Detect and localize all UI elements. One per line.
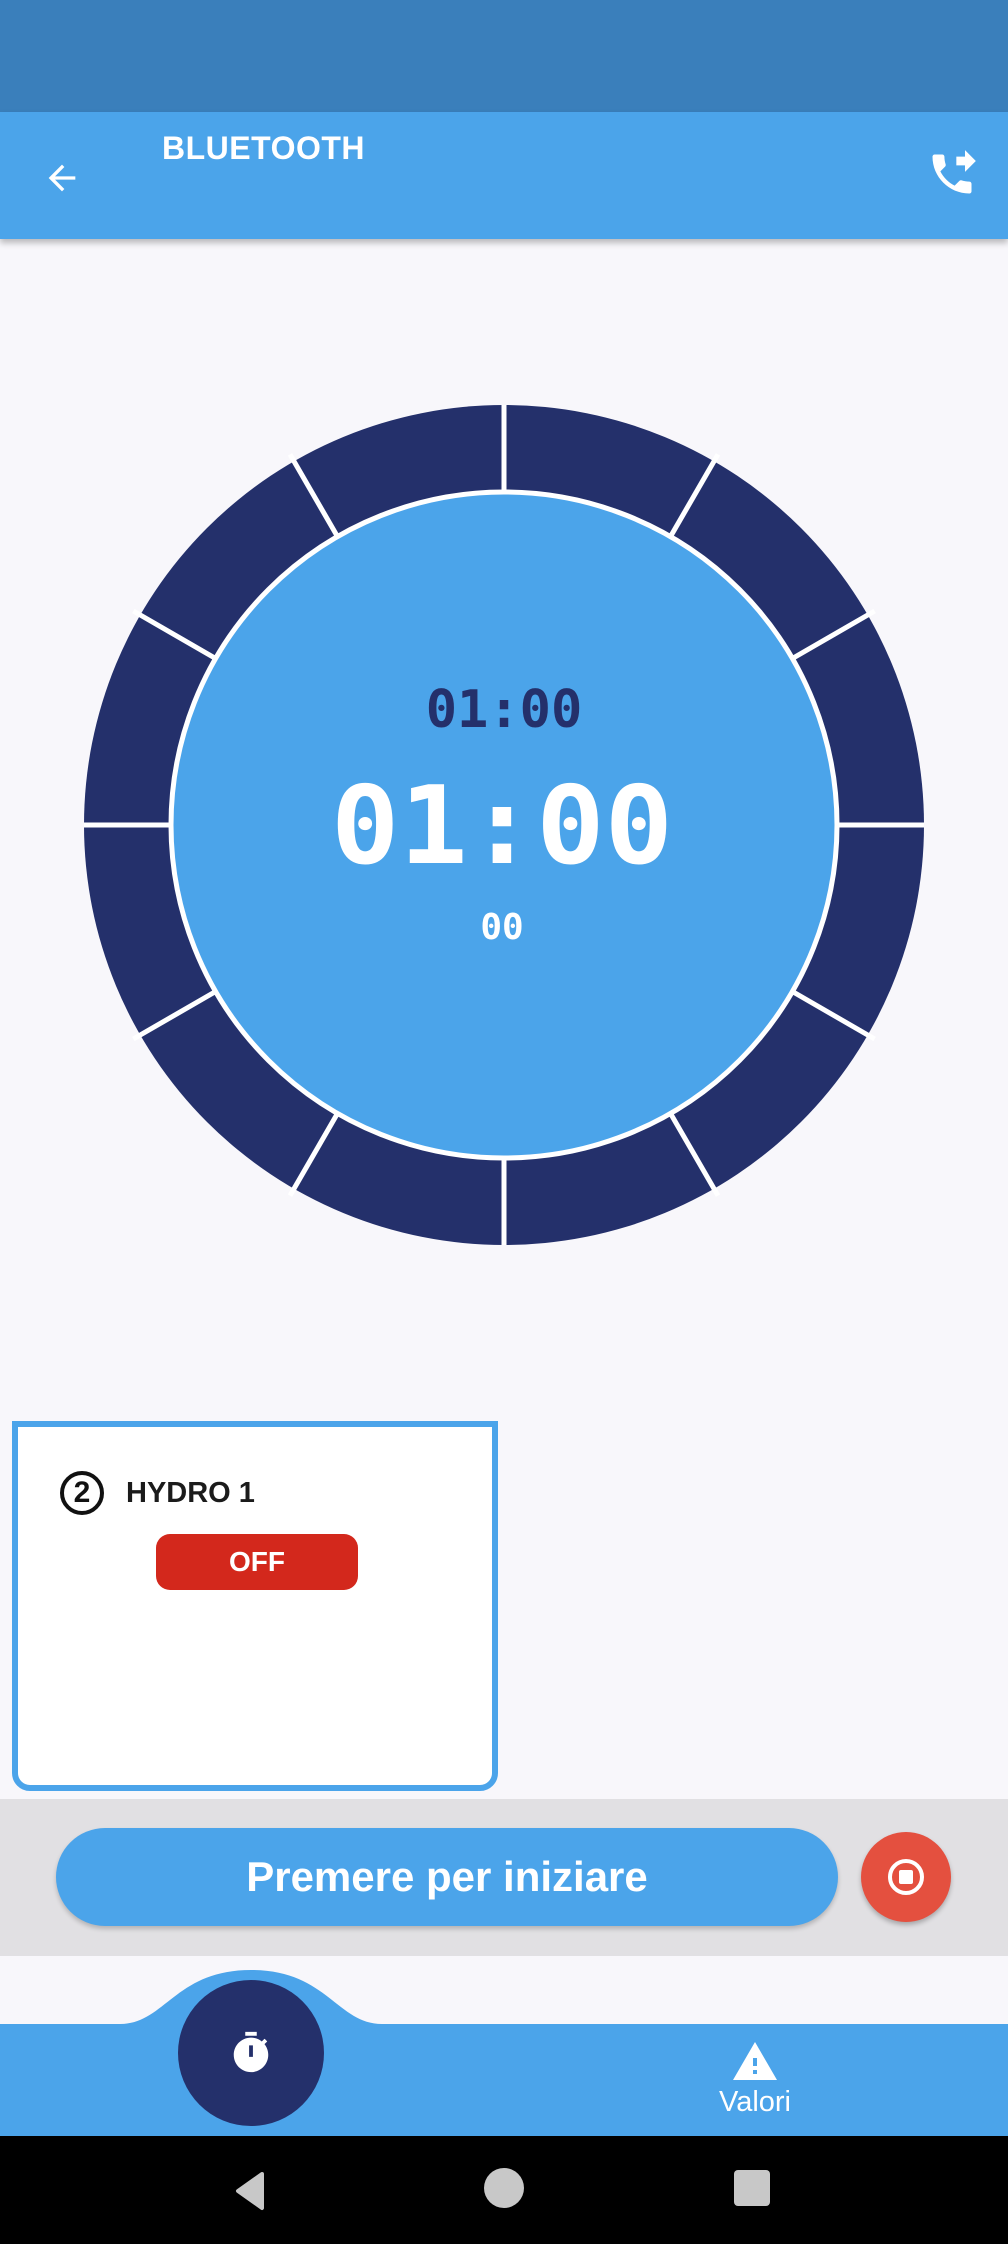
timer-sub-time: 00 bbox=[480, 907, 523, 948]
bottom-nav: Valori bbox=[0, 1960, 1008, 2136]
status-bar bbox=[0, 0, 1008, 112]
timer-top-time: 01:00 bbox=[426, 680, 583, 740]
stopwatch-icon bbox=[233, 2031, 269, 2073]
page-title: BLUETOOTH bbox=[162, 130, 366, 166]
arrow-left-icon bbox=[48, 164, 76, 192]
tab-valori[interactable]: Valori bbox=[690, 2038, 820, 2134]
warning-triangle-icon bbox=[733, 2042, 777, 2080]
nav-back-icon[interactable] bbox=[226, 2166, 276, 2216]
timer-dial-graphic: 01:00 01:00 00 bbox=[84, 405, 924, 1245]
back-button[interactable] bbox=[26, 142, 98, 214]
stop-button[interactable] bbox=[861, 1832, 951, 1922]
tab-valori-label: Valori bbox=[719, 2086, 791, 2118]
system-nav-bar bbox=[0, 2136, 1008, 2244]
phone-forward-icon bbox=[932, 150, 976, 194]
hydro-status-badge: OFF bbox=[156, 1534, 358, 1590]
timer-main-time: 01:00 bbox=[331, 764, 673, 889]
app-bar: BLUETOOTH bbox=[0, 112, 1008, 239]
action-strip: Premere per iniziare bbox=[0, 1799, 1008, 1956]
nav-recent-icon[interactable] bbox=[734, 2170, 770, 2206]
nav-bump bbox=[0, 1970, 1008, 2136]
nav-home-icon[interactable] bbox=[484, 2168, 524, 2208]
stop-circle-icon bbox=[888, 1859, 924, 1895]
hydro-name: HYDRO 1 bbox=[126, 1477, 255, 1509]
hydro-card[interactable]: 2 HYDRO 1 OFF bbox=[12, 1421, 498, 1791]
hydro-number-badge: 2 bbox=[60, 1471, 104, 1515]
timer-dial: 01:00 01:00 00 bbox=[84, 405, 924, 1245]
call-forward-button[interactable] bbox=[916, 138, 988, 210]
tab-timer[interactable] bbox=[178, 1980, 324, 2126]
start-button[interactable]: Premere per iniziare bbox=[56, 1828, 838, 1926]
